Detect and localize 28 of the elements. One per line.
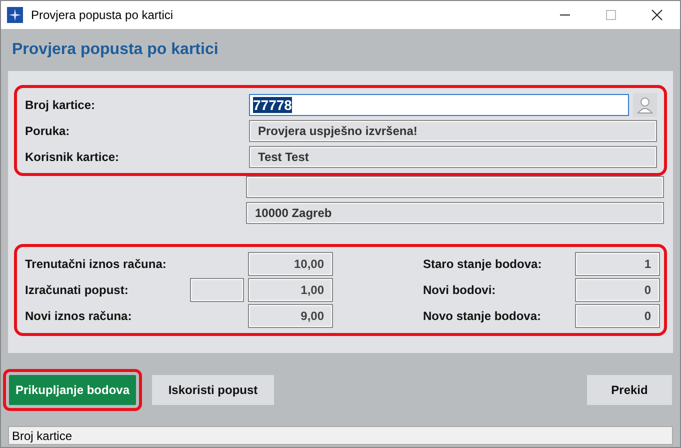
collect-points-button[interactable]: Prikupljanje bodova: [9, 374, 136, 404]
dialog-heading: Provjera popusta po kartici: [12, 41, 218, 59]
points-field: 1: [575, 252, 660, 276]
field-label: Novo stanje bodova:: [423, 309, 542, 323]
field-label: Broj kartice:: [25, 98, 96, 112]
app-icon: [7, 7, 23, 23]
user-icon[interactable]: [633, 93, 657, 117]
field-label: Poruka:: [25, 124, 71, 138]
field-label: Novi iznos računa:: [25, 309, 133, 323]
points-field: 0: [575, 278, 660, 302]
address-field: 10000 Zagreb: [246, 202, 664, 224]
field-label: Korisnik kartice:: [25, 150, 120, 164]
field-label: Trenutačni iznos računa:: [25, 257, 168, 271]
window-title: Provjera popusta po kartici: [31, 8, 174, 22]
readonly-field: Provjera uspješno izvršena!: [249, 120, 657, 142]
card-number-field[interactable]: 77778: [249, 94, 629, 116]
points-field: 0: [575, 304, 660, 328]
status-bar: Broj kartice: [8, 426, 673, 445]
close-icon[interactable]: [651, 9, 663, 21]
cancel-button[interactable]: Prekid: [587, 374, 672, 404]
field-label: Staro stanje bodova:: [423, 257, 543, 271]
field-label: Izračunati popust:: [25, 283, 130, 297]
amount-field: 1,00: [248, 278, 333, 302]
use-discount-button[interactable]: Iskoristi popust: [152, 374, 274, 404]
field-label: Novi bodovi:: [423, 283, 497, 297]
amount-field: 9,00: [248, 304, 333, 328]
readonly-field: Test Test: [249, 146, 657, 168]
amount-field: 10,00: [248, 252, 333, 276]
